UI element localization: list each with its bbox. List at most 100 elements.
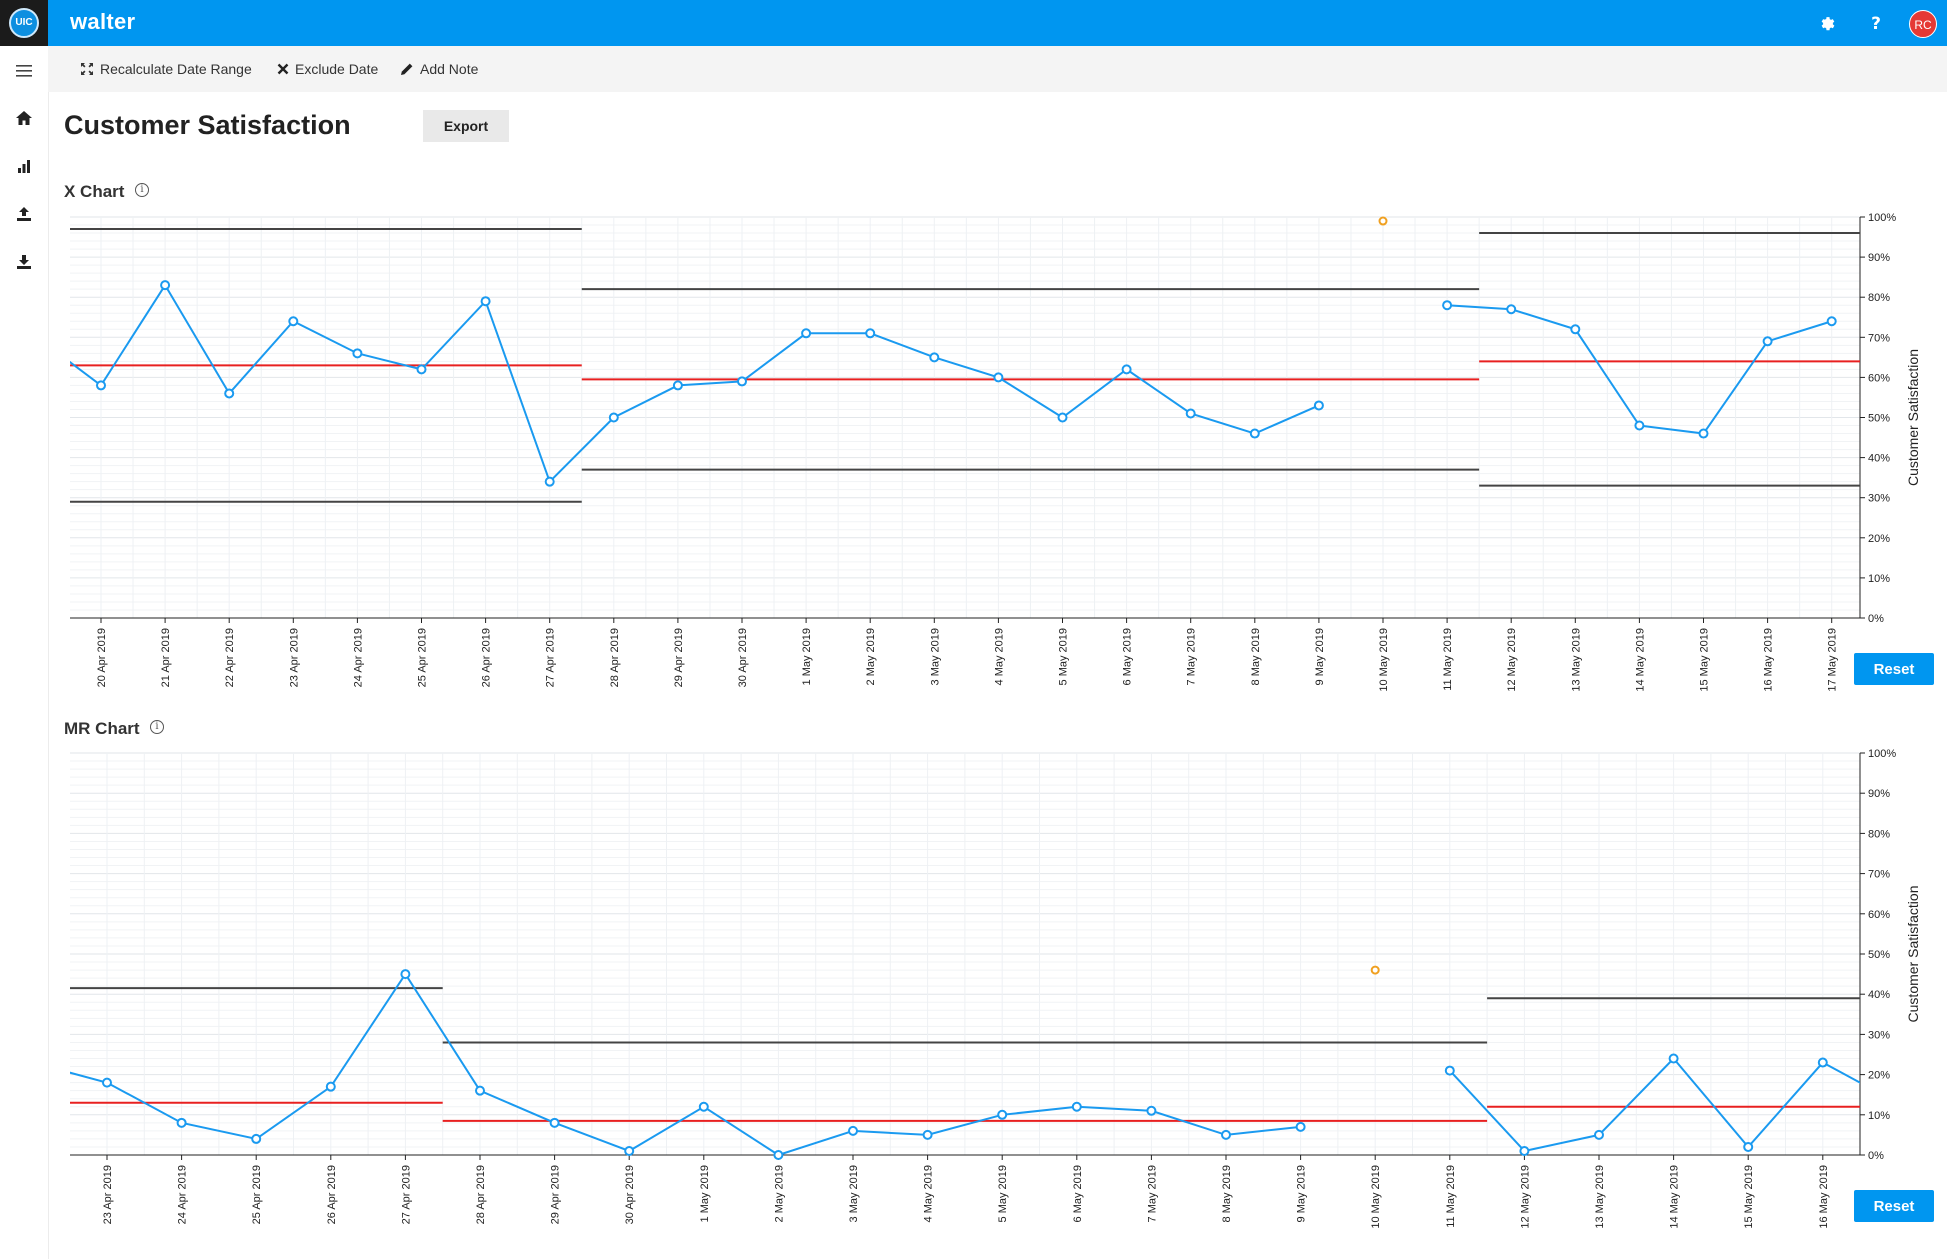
expand-arrows-icon — [81, 63, 93, 75]
recalculate-date-range-button[interactable]: Recalculate Date Range — [80, 46, 252, 92]
page-title: Customer Satisfaction — [64, 110, 351, 140]
x-chart-title: X Chart — [64, 182, 125, 201]
y-tick-label: 0% — [1868, 1150, 1884, 1162]
x-tick-label: 27 Apr 2019 — [400, 1165, 412, 1224]
export-button[interactable]: Export — [423, 110, 509, 142]
y-tick-label: 20% — [1868, 533, 1890, 545]
x-tick-label: 1 May 2019 — [699, 1165, 711, 1222]
data-point — [1071, 1101, 1082, 1112]
y-tick-label: 10% — [1868, 573, 1890, 585]
data-point — [929, 352, 940, 363]
data-point — [251, 1133, 262, 1144]
home-icon[interactable] — [0, 98, 48, 138]
data-point — [102, 1077, 112, 1088]
y-tick-label: 30% — [1868, 493, 1890, 505]
x-tick-label: 11 May 2019 — [1442, 628, 1454, 691]
settings-gear-icon[interactable] — [1808, 0, 1848, 46]
y-axis-label: Customer Satisfaction — [1905, 349, 1921, 486]
x-tick-label: 25 Apr 2019 — [251, 1165, 263, 1224]
data-point — [922, 1129, 933, 1140]
x-tick-label: 13 May 2019 — [1570, 628, 1582, 692]
mr-chart-title: MR Chart — [64, 719, 140, 738]
x-tick-label: 16 May 2019 — [1818, 1165, 1830, 1229]
x-chart[interactable]: 0% 10% 20% 30% 40% 50% 60% 70% 80% 90% 100% Custome… — [0, 212, 1947, 712]
x-tick-label: 5 May 2019 — [1058, 628, 1070, 685]
x-tick-label: 8 May 2019 — [1250, 628, 1262, 685]
y-tick-label: 30% — [1868, 1029, 1890, 1041]
y-tick-label: 0% — [1868, 613, 1884, 625]
y-tick-label: 40% — [1868, 453, 1890, 465]
y-tick-label: 50% — [1868, 413, 1890, 425]
x-tick-label: 14 May 2019 — [1634, 628, 1646, 692]
exclude-date-button[interactable]: Exclude Date — [277, 46, 378, 92]
x-tick-label: 4 May 2019 — [923, 1165, 935, 1222]
grid — [70, 752, 1860, 1156]
x-tick-label: 14 May 2019 — [1669, 1165, 1681, 1229]
data-point — [1594, 1129, 1604, 1140]
x-tick-label: 23 Apr 2019 — [102, 1165, 114, 1224]
x-tick-label: 10 May 2019 — [1378, 628, 1390, 692]
logo[interactable]: UIC — [0, 0, 48, 46]
pencil-icon — [401, 63, 413, 75]
help-icon[interactable]: ? — [1856, 0, 1896, 46]
x-chart-info-icon[interactable]: i — [135, 183, 149, 197]
logo-badge: UIC — [9, 8, 39, 38]
data-point — [160, 280, 171, 291]
close-x-icon — [277, 63, 289, 75]
x-tick-label: 2 May 2019 — [773, 1165, 785, 1222]
x-tick-label: 29 Apr 2019 — [673, 628, 685, 687]
mr-chart-reset-button[interactable]: Reset — [1854, 1190, 1934, 1222]
data-point — [801, 328, 812, 339]
y-tick-label: 60% — [1868, 372, 1890, 384]
data-point — [1570, 324, 1581, 335]
x-tick-label: 10 May 2019 — [1370, 1165, 1382, 1229]
x-tick-label: 20 Apr 2019 — [96, 628, 108, 687]
data-point — [400, 969, 411, 980]
data-point — [96, 380, 106, 391]
x-tick-label: 6 May 2019 — [1072, 1165, 1084, 1222]
data-point — [1506, 304, 1517, 315]
y-tick-label: 70% — [1868, 332, 1890, 344]
data-point — [1249, 428, 1260, 439]
data-point — [480, 296, 491, 307]
y-tick-label: 80% — [1868, 292, 1890, 304]
data-point — [1698, 428, 1709, 439]
data-point — [176, 1117, 187, 1128]
mr-chart[interactable]: 0% 10% 20% 30% 40% 50% 60% 70% 80% 90% 100% Custome… — [0, 748, 1947, 1248]
data-point — [993, 372, 1004, 383]
y-tick-label: 60% — [1868, 909, 1890, 921]
data-point — [288, 316, 299, 327]
y-tick-label: 80% — [1868, 828, 1890, 840]
data-point — [1313, 400, 1324, 411]
bar-chart-icon[interactable] — [0, 146, 48, 186]
y-tick-label: 10% — [1868, 1110, 1890, 1122]
data-point — [1762, 336, 1773, 347]
add-note-button[interactable]: Add Note — [400, 46, 478, 92]
x-tick-label: 24 Apr 2019 — [352, 628, 364, 687]
x-tick-label: 12 May 2019 — [1519, 1165, 1531, 1229]
excluded-point — [1378, 216, 1388, 226]
data-point — [1668, 1053, 1679, 1064]
data-point — [672, 380, 683, 391]
menu-hamburger-icon[interactable] — [0, 51, 48, 91]
data-point — [352, 348, 363, 359]
x-tick-label: 26 Apr 2019 — [326, 1165, 338, 1224]
y-tick-label: 40% — [1868, 989, 1890, 1001]
data-point — [1444, 1065, 1455, 1076]
x-tick-label: 15 May 2019 — [1699, 628, 1711, 692]
x-tick-label: 30 Apr 2019 — [737, 628, 749, 687]
x-tick-label: 2 May 2019 — [865, 628, 877, 685]
x-tick-label: 3 May 2019 — [929, 628, 941, 685]
data-point — [475, 1085, 485, 1096]
x-tick-label: 16 May 2019 — [1763, 628, 1775, 692]
x-chart-reset-button[interactable]: Reset — [1854, 653, 1934, 685]
y-tick-label: 20% — [1868, 1070, 1890, 1082]
x-tick-label: 7 May 2019 — [1146, 1165, 1158, 1222]
mr-chart-info-icon[interactable]: i — [150, 720, 164, 734]
user-avatar[interactable]: RC — [1909, 10, 1937, 38]
x-tick-label: 24 Apr 2019 — [177, 1165, 189, 1224]
data-point — [1826, 316, 1837, 327]
x-tick-label: 13 May 2019 — [1594, 1165, 1606, 1229]
x-tick-label: 5 May 2019 — [997, 1165, 1009, 1222]
data-point — [1057, 412, 1068, 423]
